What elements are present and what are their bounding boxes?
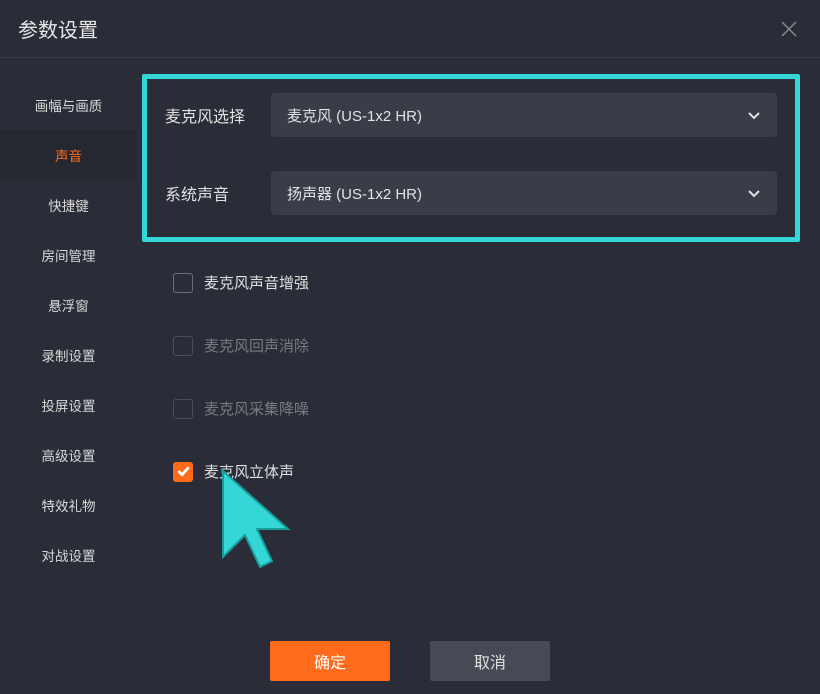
sidebar-item-effects[interactable]: 特效礼物 [0,480,137,530]
dialog-footer: 确定 取消 [0,628,820,694]
checkbox-box [173,462,193,482]
echo-cancel-checkbox: 麦克风回声消除 [173,335,800,356]
cancel-button[interactable]: 取消 [430,641,550,681]
chevron-down-icon [747,186,761,200]
sidebar-item-float[interactable]: 悬浮窗 [0,280,137,330]
checkmark-icon [177,465,190,478]
system-sound-value: 扬声器 (US-1x2 HR) [287,183,422,204]
sidebar-item-cast[interactable]: 投屏设置 [0,380,137,430]
chevron-down-icon [747,108,761,122]
system-sound-select[interactable]: 扬声器 (US-1x2 HR) [271,171,777,215]
highlighted-region: 麦克风选择 麦克风 (US-1x2 HR) 系统声音 扬声器 (US-1x2 H… [142,74,800,242]
system-sound-label: 系统声音 [165,181,253,205]
checkbox-box [173,399,193,419]
sidebar-item-battle[interactable]: 对战设置 [0,530,137,580]
confirm-button[interactable]: 确定 [270,641,390,681]
audio-options: 麦克风声音增强 麦克风回声消除 麦克风采集降噪 麦克风立体声 [137,242,800,482]
mic-select-value: 麦克风 (US-1x2 HR) [287,105,422,126]
main-panel: 麦克风选择 麦克风 (US-1x2 HR) 系统声音 扬声器 (US-1x2 H… [137,58,820,633]
close-icon[interactable] [780,20,798,38]
stereo-label: 麦克风立体声 [204,461,294,482]
checkbox-box [173,273,193,293]
denoise-checkbox: 麦克风采集降噪 [173,398,800,419]
mic-select-label: 麦克风选择 [165,103,253,127]
echo-cancel-label: 麦克风回声消除 [204,335,309,356]
denoise-label: 麦克风采集降噪 [204,398,309,419]
sidebar-item-room[interactable]: 房间管理 [0,230,137,280]
sidebar-item-audio[interactable]: 声音 [0,130,137,180]
sidebar-item-advanced[interactable]: 高级设置 [0,430,137,480]
dialog-title: 参数设置 [18,14,98,43]
sidebar-item-aspect[interactable]: 画幅与画质 [0,80,137,130]
mic-select[interactable]: 麦克风 (US-1x2 HR) [271,93,777,137]
checkbox-box [173,336,193,356]
stereo-checkbox[interactable]: 麦克风立体声 [173,461,800,482]
mic-boost-label: 麦克风声音增强 [204,272,309,293]
sidebar-item-record[interactable]: 录制设置 [0,330,137,380]
sidebar: 画幅与画质 声音 快捷键 房间管理 悬浮窗 录制设置 投屏设置 高级设置 特效礼… [0,58,137,633]
sidebar-item-hotkeys[interactable]: 快捷键 [0,180,137,230]
mic-boost-checkbox[interactable]: 麦克风声音增强 [173,272,800,293]
